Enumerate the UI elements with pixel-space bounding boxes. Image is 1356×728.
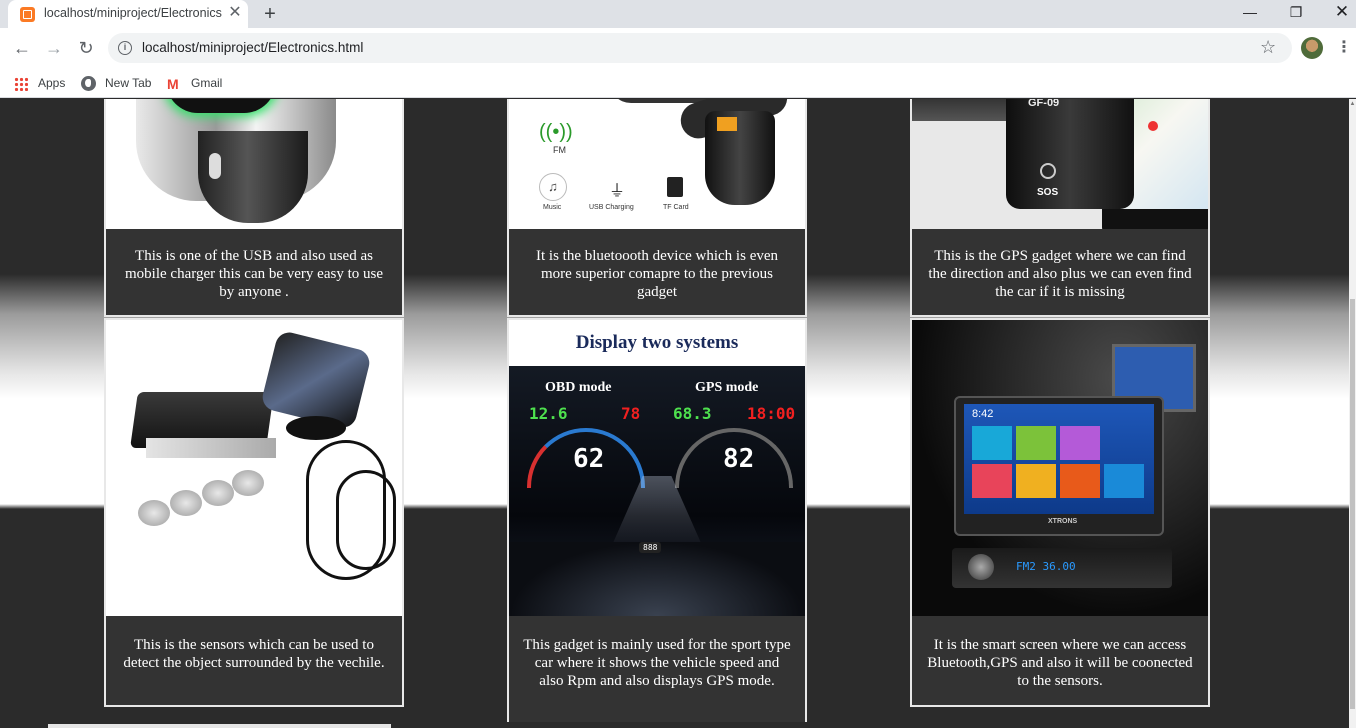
fm-signal-icon: ((•)) xyxy=(539,121,573,143)
tf-label: TF Card xyxy=(663,204,689,211)
product-card-bluetooth[interactable]: ((•)) FM ♫ Music ⏚ USB Charging TF Card … xyxy=(507,99,807,317)
bookmark-star-icon[interactable]: ☆ xyxy=(1260,37,1276,58)
setup-tile xyxy=(1060,464,1100,498)
new-tab-button[interactable]: + xyxy=(258,2,282,26)
product-card-sensors[interactable]: This is the sensors which can be used to… xyxy=(104,318,404,707)
music-tile xyxy=(1016,426,1056,460)
vertical-scrollbar[interactable]: ▲ xyxy=(1349,99,1356,728)
gps-mode-label: GPS mode xyxy=(695,380,759,395)
horizontal-scrollbar[interactable] xyxy=(0,722,1349,728)
xampp-favicon-icon xyxy=(20,7,35,22)
forward-arrow-icon[interactable]: → xyxy=(42,36,66,60)
obd-mode-label: OBD mode xyxy=(545,380,612,395)
bookmark-apps[interactable]: Apps xyxy=(14,74,65,92)
apps-grid-icon xyxy=(14,77,28,91)
usb-label: USB Charging xyxy=(589,204,634,211)
hud-clock: 18:00 xyxy=(747,404,796,423)
bookmark-new-tab[interactable]: New Tab xyxy=(81,74,151,92)
brand-label: XTRONS xyxy=(1048,518,1078,525)
product-description: This is one of the USB and also used as … xyxy=(125,248,383,300)
url-text[interactable]: localhost/miniproject/Electronics.html xyxy=(142,40,363,55)
product-description: This gadget is mainly used for the sport… xyxy=(523,637,791,689)
product-description: This is the GPS gadget where we can find… xyxy=(928,248,1192,300)
hud-gps-speed: 82 xyxy=(723,444,755,474)
scroll-up-arrow-icon[interactable]: ▲ xyxy=(1349,101,1356,107)
browser-toolbar: ← → ↻ i localhost/miniproject/Electronic… xyxy=(0,28,1356,68)
hud-scene: OBD mode GPS mode 12.6 78 68.3 18:00 62 … xyxy=(509,366,805,616)
bookmarks-bar: Apps New Tab M Gmail xyxy=(0,68,1356,98)
hud-speed: 62 xyxy=(573,444,605,474)
nav-tile xyxy=(1016,464,1056,498)
music-label: Music xyxy=(543,204,562,211)
product-card-gps[interactable]: GF-09 SOS This is the GPS gadget where w… xyxy=(910,99,1210,317)
dvd-tile xyxy=(1104,464,1144,498)
smart-screen-image: 8:42 XTRONS FM2 36.00 xyxy=(912,320,1208,616)
screen-time: 8:42 xyxy=(972,408,994,420)
minimize-button[interactable]: — xyxy=(1227,0,1273,28)
bookmark-gmail[interactable]: M Gmail xyxy=(167,74,222,92)
gps-model-label: GF-09 xyxy=(1028,99,1060,109)
tf-card-icon xyxy=(667,177,683,197)
horizontal-scroll-thumb[interactable] xyxy=(48,724,391,728)
back-arrow-icon[interactable]: ← xyxy=(10,36,34,60)
product-description: This is the sensors which can be used to… xyxy=(123,637,385,671)
parking-sensors-image xyxy=(106,320,402,616)
browser-tab[interactable]: localhost/miniproject/Electronics ✕ xyxy=(8,0,248,28)
hud-temp: 78 xyxy=(621,404,641,423)
product-card-hud[interactable]: Display two systems OBD mode GPS mode 12… xyxy=(507,318,807,725)
radio-display: FM2 36.00 xyxy=(1016,560,1076,573)
menu-kebab-icon[interactable]: ⋮ xyxy=(1336,37,1352,59)
page-viewport: This is one of the USB and also used as … xyxy=(0,99,1349,728)
tab-title: localhost/miniproject/Electronics xyxy=(44,6,222,20)
bluetooth-fm-transmitter-image: ((•)) FM ♫ Music ⏚ USB Charging TF Card xyxy=(509,99,805,229)
hud-device-label: 888 xyxy=(639,542,662,553)
close-window-button[interactable]: ✕ xyxy=(1319,0,1356,28)
gmail-icon: M xyxy=(167,76,179,92)
bookmark-label: Gmail xyxy=(191,76,223,90)
usb-tile xyxy=(1060,426,1100,460)
product-card-smart-screen[interactable]: 8:42 XTRONS FM2 36.00 It is the smart sc… xyxy=(910,318,1210,707)
product-description: It is the smart screen where we can acce… xyxy=(927,637,1193,689)
product-card-usb-charger[interactable]: This is one of the USB and also used as … xyxy=(104,99,404,317)
tab-strip: localhost/miniproject/Electronics ✕ + — … xyxy=(0,0,1356,28)
sos-label: SOS xyxy=(1037,187,1059,198)
hud-voltage: 12.6 xyxy=(529,404,568,423)
fm-label: FM xyxy=(553,145,566,155)
reload-icon[interactable]: ↻ xyxy=(74,36,98,60)
bookmark-label: Apps xyxy=(38,76,66,90)
tab-close-icon[interactable]: ✕ xyxy=(224,2,246,24)
tv-tile xyxy=(972,464,1012,498)
hud-distance: 68.3 xyxy=(673,404,712,423)
globe-icon xyxy=(81,76,96,91)
address-bar[interactable]: i localhost/miniproject/Electronics.html… xyxy=(108,33,1292,63)
bookmark-label: New Tab xyxy=(105,76,152,90)
vertical-scroll-thumb[interactable] xyxy=(1350,299,1355,709)
gps-tracker-image: GF-09 SOS xyxy=(912,99,1208,229)
music-icon: ♫ xyxy=(539,173,567,201)
profile-avatar[interactable] xyxy=(1301,37,1323,59)
hud-title: Display two systems xyxy=(509,320,805,366)
bt-tile xyxy=(972,426,1012,460)
product-description: It is the bluetoooth device which is eve… xyxy=(535,248,779,300)
hud-display-image: Display two systems OBD mode GPS mode 12… xyxy=(509,320,805,616)
maximize-button[interactable]: ❐ xyxy=(1273,0,1319,28)
usb-icon: ⏚ xyxy=(609,183,626,200)
site-info-icon[interactable]: i xyxy=(118,41,132,55)
usb-car-charger-image xyxy=(106,99,402,229)
